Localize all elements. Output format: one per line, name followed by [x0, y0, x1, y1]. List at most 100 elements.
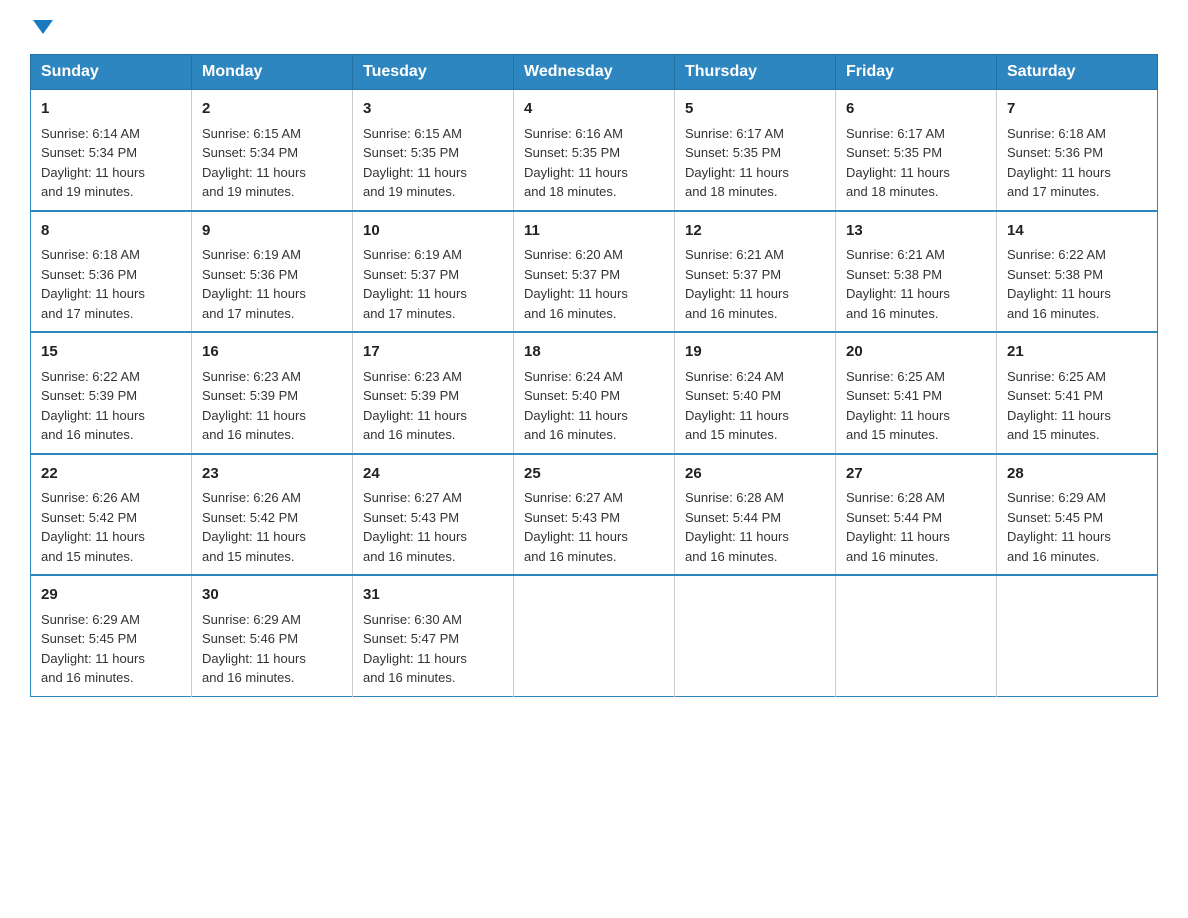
calendar-cell: 24 Sunrise: 6:27 AMSunset: 5:43 PMDayligh…	[353, 454, 514, 576]
day-number: 11	[524, 220, 664, 243]
calendar-cell: 21 Sunrise: 6:25 AMSunset: 5:41 PMDayligh…	[997, 332, 1158, 454]
day-info: Sunrise: 6:17 AMSunset: 5:35 PMDaylight:…	[846, 126, 950, 200]
calendar-cell: 15 Sunrise: 6:22 AMSunset: 5:39 PMDayligh…	[31, 332, 192, 454]
day-number: 16	[202, 341, 342, 364]
calendar-cell	[514, 575, 675, 696]
weekday-header-tuesday: Tuesday	[353, 55, 514, 90]
calendar-cell: 9 Sunrise: 6:19 AMSunset: 5:36 PMDaylight…	[192, 211, 353, 333]
day-info: Sunrise: 6:18 AMSunset: 5:36 PMDaylight:…	[1007, 126, 1111, 200]
day-number: 31	[363, 584, 503, 607]
day-info: Sunrise: 6:17 AMSunset: 5:35 PMDaylight:…	[685, 126, 789, 200]
day-number: 24	[363, 463, 503, 486]
calendar-cell: 13 Sunrise: 6:21 AMSunset: 5:38 PMDayligh…	[836, 211, 997, 333]
calendar-cell	[836, 575, 997, 696]
calendar-cell: 29 Sunrise: 6:29 AMSunset: 5:45 PMDayligh…	[31, 575, 192, 696]
calendar-week-row: 1 Sunrise: 6:14 AMSunset: 5:34 PMDaylight…	[31, 90, 1158, 211]
day-number: 22	[41, 463, 181, 486]
day-number: 27	[846, 463, 986, 486]
calendar-cell: 27Sunrise: 6:28 AMSunset: 5:44 PMDayligh…	[836, 454, 997, 576]
calendar-header: SundayMondayTuesdayWednesdayThursdayFrid…	[31, 55, 1158, 90]
day-info: Sunrise: 6:20 AMSunset: 5:37 PMDaylight:…	[524, 247, 628, 321]
day-number: 15	[41, 341, 181, 364]
calendar-week-row: 29 Sunrise: 6:29 AMSunset: 5:45 PMDayligh…	[31, 575, 1158, 696]
calendar-cell: 23 Sunrise: 6:26 AMSunset: 5:42 PMDayligh…	[192, 454, 353, 576]
day-number: 21	[1007, 341, 1147, 364]
calendar-week-row: 8 Sunrise: 6:18 AMSunset: 5:36 PMDaylight…	[31, 211, 1158, 333]
day-info: Sunrise: 6:29 AMSunset: 5:46 PMDaylight:…	[202, 612, 306, 686]
day-number: 10	[363, 220, 503, 243]
day-info: Sunrise: 6:25 AMSunset: 5:41 PMDaylight:…	[1007, 369, 1111, 443]
day-number: 23	[202, 463, 342, 486]
calendar-body: 1 Sunrise: 6:14 AMSunset: 5:34 PMDaylight…	[31, 90, 1158, 697]
logo	[30, 20, 53, 36]
calendar-cell: 10 Sunrise: 6:19 AMSunset: 5:37 PMDayligh…	[353, 211, 514, 333]
day-info: Sunrise: 6:23 AMSunset: 5:39 PMDaylight:…	[363, 369, 467, 443]
day-number: 17	[363, 341, 503, 364]
page-header	[30, 20, 1158, 36]
day-number: 5	[685, 98, 825, 121]
day-info: Sunrise: 6:30 AMSunset: 5:47 PMDaylight:…	[363, 612, 467, 686]
weekday-header-row: SundayMondayTuesdayWednesdayThursdayFrid…	[31, 55, 1158, 90]
weekday-header-wednesday: Wednesday	[514, 55, 675, 90]
calendar-cell	[675, 575, 836, 696]
day-info: Sunrise: 6:24 AMSunset: 5:40 PMDaylight:…	[685, 369, 789, 443]
calendar-cell: 12Sunrise: 6:21 AMSunset: 5:37 PMDayligh…	[675, 211, 836, 333]
calendar-cell: 4Sunrise: 6:16 AMSunset: 5:35 PMDaylight…	[514, 90, 675, 211]
day-info: Sunrise: 6:22 AMSunset: 5:39 PMDaylight:…	[41, 369, 145, 443]
calendar-cell: 17 Sunrise: 6:23 AMSunset: 5:39 PMDayligh…	[353, 332, 514, 454]
logo-general-line	[30, 20, 53, 36]
day-info: Sunrise: 6:19 AMSunset: 5:36 PMDaylight:…	[202, 247, 306, 321]
calendar-cell: 20Sunrise: 6:25 AMSunset: 5:41 PMDayligh…	[836, 332, 997, 454]
day-info: Sunrise: 6:18 AMSunset: 5:36 PMDaylight:…	[41, 247, 145, 321]
calendar-cell: 5 Sunrise: 6:17 AMSunset: 5:35 PMDaylight…	[675, 90, 836, 211]
day-info: Sunrise: 6:28 AMSunset: 5:44 PMDaylight:…	[685, 490, 789, 564]
calendar-cell	[997, 575, 1158, 696]
day-number: 3	[363, 98, 503, 121]
day-info: Sunrise: 6:15 AMSunset: 5:35 PMDaylight:…	[363, 126, 467, 200]
day-info: Sunrise: 6:29 AMSunset: 5:45 PMDaylight:…	[41, 612, 145, 686]
weekday-header-sunday: Sunday	[31, 55, 192, 90]
day-info: Sunrise: 6:27 AMSunset: 5:43 PMDaylight:…	[363, 490, 467, 564]
day-number: 26	[685, 463, 825, 486]
calendar-table: SundayMondayTuesdayWednesdayThursdayFrid…	[30, 54, 1158, 697]
day-number: 8	[41, 220, 181, 243]
day-info: Sunrise: 6:24 AMSunset: 5:40 PMDaylight:…	[524, 369, 628, 443]
day-info: Sunrise: 6:19 AMSunset: 5:37 PMDaylight:…	[363, 247, 467, 321]
day-number: 12	[685, 220, 825, 243]
calendar-cell: 1 Sunrise: 6:14 AMSunset: 5:34 PMDaylight…	[31, 90, 192, 211]
calendar-cell: 25 Sunrise: 6:27 AMSunset: 5:43 PMDayligh…	[514, 454, 675, 576]
weekday-header-saturday: Saturday	[997, 55, 1158, 90]
calendar-cell: 14 Sunrise: 6:22 AMSunset: 5:38 PMDayligh…	[997, 211, 1158, 333]
calendar-cell: 2Sunrise: 6:15 AMSunset: 5:34 PMDaylight…	[192, 90, 353, 211]
calendar-week-row: 22 Sunrise: 6:26 AMSunset: 5:42 PMDayligh…	[31, 454, 1158, 576]
day-info: Sunrise: 6:14 AMSunset: 5:34 PMDaylight:…	[41, 126, 145, 200]
day-number: 14	[1007, 220, 1147, 243]
day-number: 19	[685, 341, 825, 364]
day-number: 29	[41, 584, 181, 607]
day-number: 1	[41, 98, 181, 121]
day-info: Sunrise: 6:29 AMSunset: 5:45 PMDaylight:…	[1007, 490, 1111, 564]
day-number: 18	[524, 341, 664, 364]
calendar-cell: 28 Sunrise: 6:29 AMSunset: 5:45 PMDayligh…	[997, 454, 1158, 576]
calendar-cell: 31 Sunrise: 6:30 AMSunset: 5:47 PMDayligh…	[353, 575, 514, 696]
calendar-cell: 19 Sunrise: 6:24 AMSunset: 5:40 PMDayligh…	[675, 332, 836, 454]
calendar-week-row: 15 Sunrise: 6:22 AMSunset: 5:39 PMDayligh…	[31, 332, 1158, 454]
day-info: Sunrise: 6:21 AMSunset: 5:38 PMDaylight:…	[846, 247, 950, 321]
calendar-cell: 6Sunrise: 6:17 AMSunset: 5:35 PMDaylight…	[836, 90, 997, 211]
day-number: 28	[1007, 463, 1147, 486]
weekday-header-friday: Friday	[836, 55, 997, 90]
day-number: 13	[846, 220, 986, 243]
day-info: Sunrise: 6:25 AMSunset: 5:41 PMDaylight:…	[846, 369, 950, 443]
calendar-cell: 16Sunrise: 6:23 AMSunset: 5:39 PMDayligh…	[192, 332, 353, 454]
day-number: 9	[202, 220, 342, 243]
weekday-header-thursday: Thursday	[675, 55, 836, 90]
day-info: Sunrise: 6:26 AMSunset: 5:42 PMDaylight:…	[202, 490, 306, 564]
calendar-cell: 18 Sunrise: 6:24 AMSunset: 5:40 PMDayligh…	[514, 332, 675, 454]
day-number: 2	[202, 98, 342, 121]
day-info: Sunrise: 6:22 AMSunset: 5:38 PMDaylight:…	[1007, 247, 1111, 321]
calendar-cell: 3 Sunrise: 6:15 AMSunset: 5:35 PMDaylight…	[353, 90, 514, 211]
day-number: 25	[524, 463, 664, 486]
day-number: 30	[202, 584, 342, 607]
day-info: Sunrise: 6:27 AMSunset: 5:43 PMDaylight:…	[524, 490, 628, 564]
weekday-header-monday: Monday	[192, 55, 353, 90]
